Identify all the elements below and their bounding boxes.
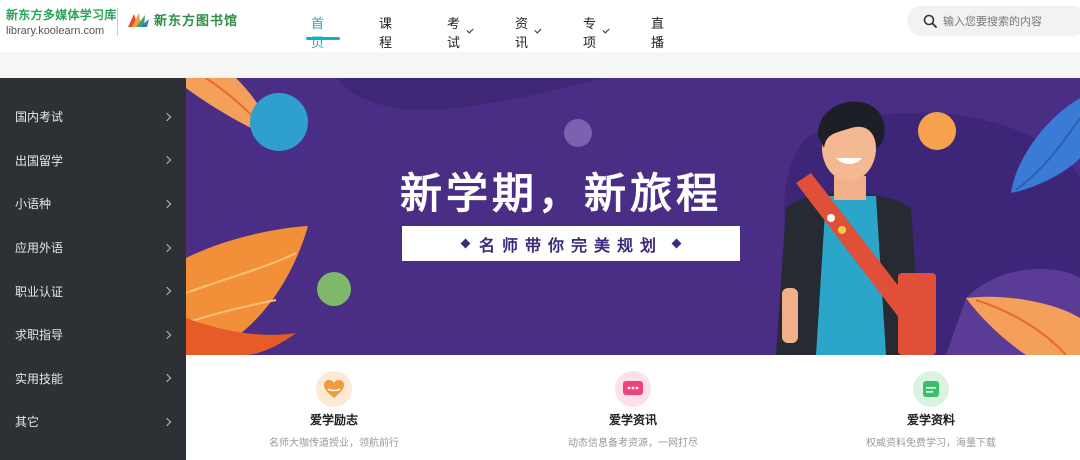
- chevron-down-icon: [466, 26, 474, 34]
- logo-url: library.koolearn.com: [6, 25, 105, 37]
- nav-home-label: 首页: [311, 17, 325, 51]
- feature-motivation[interactable]: 爱学励志 名师大咖传道授业，领航前行: [224, 355, 444, 449]
- feature-materials[interactable]: 爱学资料 权威资料免费学习，海量下载: [821, 355, 1041, 449]
- diamond-icon: [671, 238, 682, 249]
- sidebar-item-certifications[interactable]: 职业认证: [0, 269, 186, 313]
- chevron-right-icon: [162, 374, 172, 383]
- sidebar-item-label: 求职指导: [15, 328, 64, 343]
- chevron-right-icon: [162, 286, 172, 296]
- nav-exams[interactable]: 考试: [447, 13, 474, 51]
- chevron-right-icon: [162, 243, 172, 252]
- feature-title: 爱学资讯: [608, 413, 657, 427]
- hero-banner[interactable]: 新学期，新旅程 名师带你完美规划: [186, 78, 1080, 355]
- sidebar-item-applied-languages[interactable]: 应用外语: [0, 226, 186, 270]
- sidebar-item-other[interactable]: 其它: [0, 400, 186, 444]
- chevron-down-icon: [534, 26, 542, 34]
- feature-news[interactable]: 爱学资讯 动态信息备考资源，一网打尽: [523, 355, 743, 449]
- chevron-right-icon: [162, 330, 172, 340]
- chevron-right-icon: [162, 112, 172, 122]
- heart-icon: [316, 371, 352, 407]
- chevron-down-icon: [602, 26, 610, 34]
- logo-divider: [117, 8, 118, 36]
- sidebar-item-study-abroad[interactable]: 出国留学: [0, 139, 186, 183]
- message-icon: [615, 371, 651, 407]
- sidebar-item-label: 国内考试: [15, 110, 64, 125]
- banner-headline: 新学期，新旅程: [400, 169, 723, 218]
- nav-topics[interactable]: 专项: [583, 13, 610, 51]
- feature-desc: 权威资料免费学习，海量下载: [866, 438, 996, 449]
- nav-active-indicator: [306, 37, 340, 40]
- banner-subtitle-box: 名师带你完美规划: [402, 226, 740, 261]
- feature-desc: 动态信息备考资源，一网打尽: [568, 438, 698, 449]
- sidebar-item-label: 出国留学: [15, 153, 64, 168]
- feature-title: 爱学励志: [309, 413, 358, 427]
- search-icon[interactable]: [923, 14, 937, 28]
- nav-news-label: 资讯: [515, 17, 529, 51]
- feature-desc: 名师大咖传道授业，领航前行: [269, 438, 399, 449]
- chevron-right-icon: [162, 199, 172, 209]
- logo-title: 新东方多媒体学习库: [6, 8, 117, 22]
- sidebar-item-domestic-exams[interactable]: 国内考试: [0, 95, 186, 139]
- chevron-right-icon: [162, 156, 172, 165]
- sidebar-item-label: 实用技能: [15, 371, 64, 386]
- nav-news[interactable]: 资讯: [515, 13, 542, 51]
- top-header: 新东方多媒体学习库 library.koolearn.com 新东方图书馆 首页…: [0, 0, 1080, 70]
- sidebar-item-label: 职业认证: [15, 284, 64, 299]
- nav-exams-label: 考试: [447, 17, 461, 51]
- search-input[interactable]: [943, 14, 1080, 28]
- nav-courses-label: 课程: [379, 17, 393, 51]
- sidebar-item-label: 小语种: [15, 197, 52, 212]
- nav-topics-label: 专项: [583, 17, 597, 51]
- nav-home[interactable]: 首页: [311, 13, 324, 51]
- sidebar-item-label: 其它: [15, 415, 40, 430]
- chevron-right-icon: [162, 417, 172, 427]
- search-box[interactable]: [907, 6, 1080, 36]
- sidebar-item-label: 应用外语: [15, 241, 64, 256]
- feature-row: 爱学励志 名师大咖传道授业，领航前行 爱学资讯 动态信息备考资源，一网打尽 爱学…: [186, 355, 1080, 460]
- document-icon: [913, 371, 949, 407]
- book-fan-icon: [128, 12, 149, 27]
- xdf-library-logo[interactable]: 新东方图书馆: [126, 10, 238, 29]
- feature-title: 爱学资料: [906, 413, 955, 427]
- banner-subtitle: 名师带你完美规划: [478, 235, 663, 255]
- header-spacer: [0, 52, 1080, 78]
- category-sidebar: 国内考试 出国留学 小语种 应用外语 职业认证 求职指导 实用技能 其它: [0, 78, 186, 460]
- nav-courses[interactable]: 课程: [379, 13, 392, 51]
- logo2-text: 新东方图书馆: [154, 14, 239, 29]
- sidebar-item-practical-skills[interactable]: 实用技能: [0, 357, 186, 401]
- sidebar-item-career-guidance[interactable]: 求职指导: [0, 313, 186, 357]
- sidebar-item-minor-languages[interactable]: 小语种: [0, 182, 186, 226]
- diamond-icon: [460, 238, 471, 249]
- koolearn-logo[interactable]: 新东方多媒体学习库 library.koolearn.com: [6, 6, 117, 37]
